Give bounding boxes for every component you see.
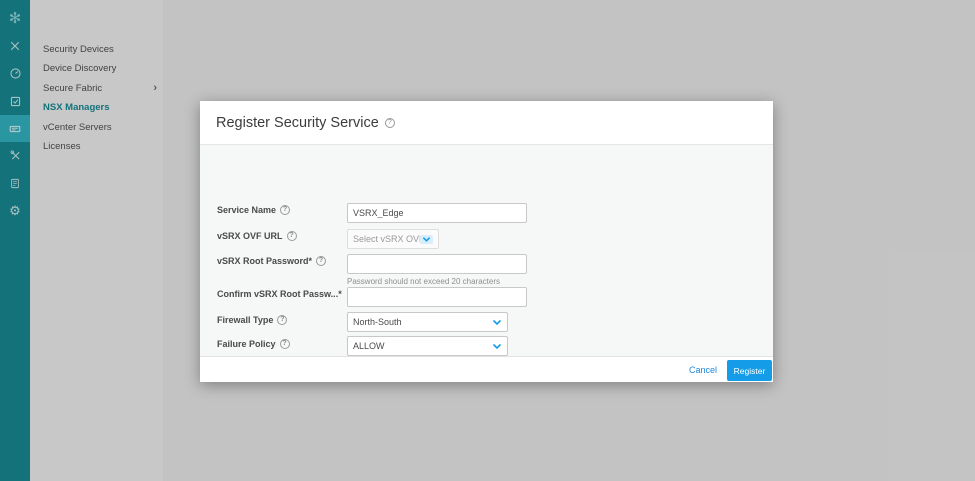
- firewall-type-select[interactable]: North-South: [347, 312, 508, 332]
- select-value: ALLOW: [353, 341, 385, 351]
- label-text: vSRX OVF URL: [217, 231, 283, 241]
- root-password-input[interactable]: [347, 254, 527, 274]
- service-name-input[interactable]: [347, 203, 527, 223]
- help-circle-icon[interactable]: [280, 339, 290, 349]
- chevron-down-icon: [492, 343, 502, 350]
- ovf-url-label: vSRX OVF URL: [217, 231, 297, 241]
- label-text: Confirm vSRX Root Passw...*: [217, 289, 342, 299]
- password-hint: Password should not exceed 20 characters: [347, 277, 500, 286]
- help-circle-icon[interactable]: [385, 118, 395, 128]
- register-security-service-modal: Register Security Service Service Name v…: [200, 101, 773, 382]
- firewall-type-label: Firewall Type: [217, 315, 287, 325]
- label-text: Firewall Type: [217, 315, 273, 325]
- cancel-button[interactable]: Cancel: [689, 365, 717, 375]
- modal-title: Register Security Service: [216, 115, 379, 131]
- ovf-url-select[interactable]: Select vSRX OVF URL: [347, 229, 439, 249]
- help-circle-icon[interactable]: [287, 231, 297, 241]
- app-screen: ✻ ⚙ Security Devices Device Discovery Se…: [0, 0, 975, 481]
- modal-header: Register Security Service: [200, 101, 773, 145]
- modal-body: Service Name vSRX OVF URL Select vSRX OV…: [200, 145, 773, 356]
- root-password-label: vSRX Root Password*: [217, 256, 326, 266]
- chevron-down-icon: [492, 319, 502, 326]
- label-text: vSRX Root Password*: [217, 256, 312, 266]
- confirm-password-input[interactable]: [347, 287, 527, 307]
- failure-policy-select[interactable]: ALLOW: [347, 336, 508, 356]
- label-text: Service Name: [217, 205, 276, 215]
- help-circle-icon[interactable]: [277, 315, 287, 325]
- confirm-password-label: Confirm vSRX Root Passw...*: [217, 289, 342, 299]
- chevron-down-icon: [420, 235, 433, 244]
- modal-footer: Cancel Register: [200, 356, 773, 382]
- register-button[interactable]: Register: [727, 360, 772, 381]
- select-placeholder: Select vSRX OVF URL: [353, 234, 420, 244]
- select-value: North-South: [353, 317, 402, 327]
- label-text: Failure Policy: [217, 339, 276, 349]
- failure-policy-label: Failure Policy: [217, 339, 290, 349]
- help-circle-icon[interactable]: [280, 205, 290, 215]
- service-name-label: Service Name: [217, 205, 290, 215]
- help-circle-icon[interactable]: [316, 256, 326, 266]
